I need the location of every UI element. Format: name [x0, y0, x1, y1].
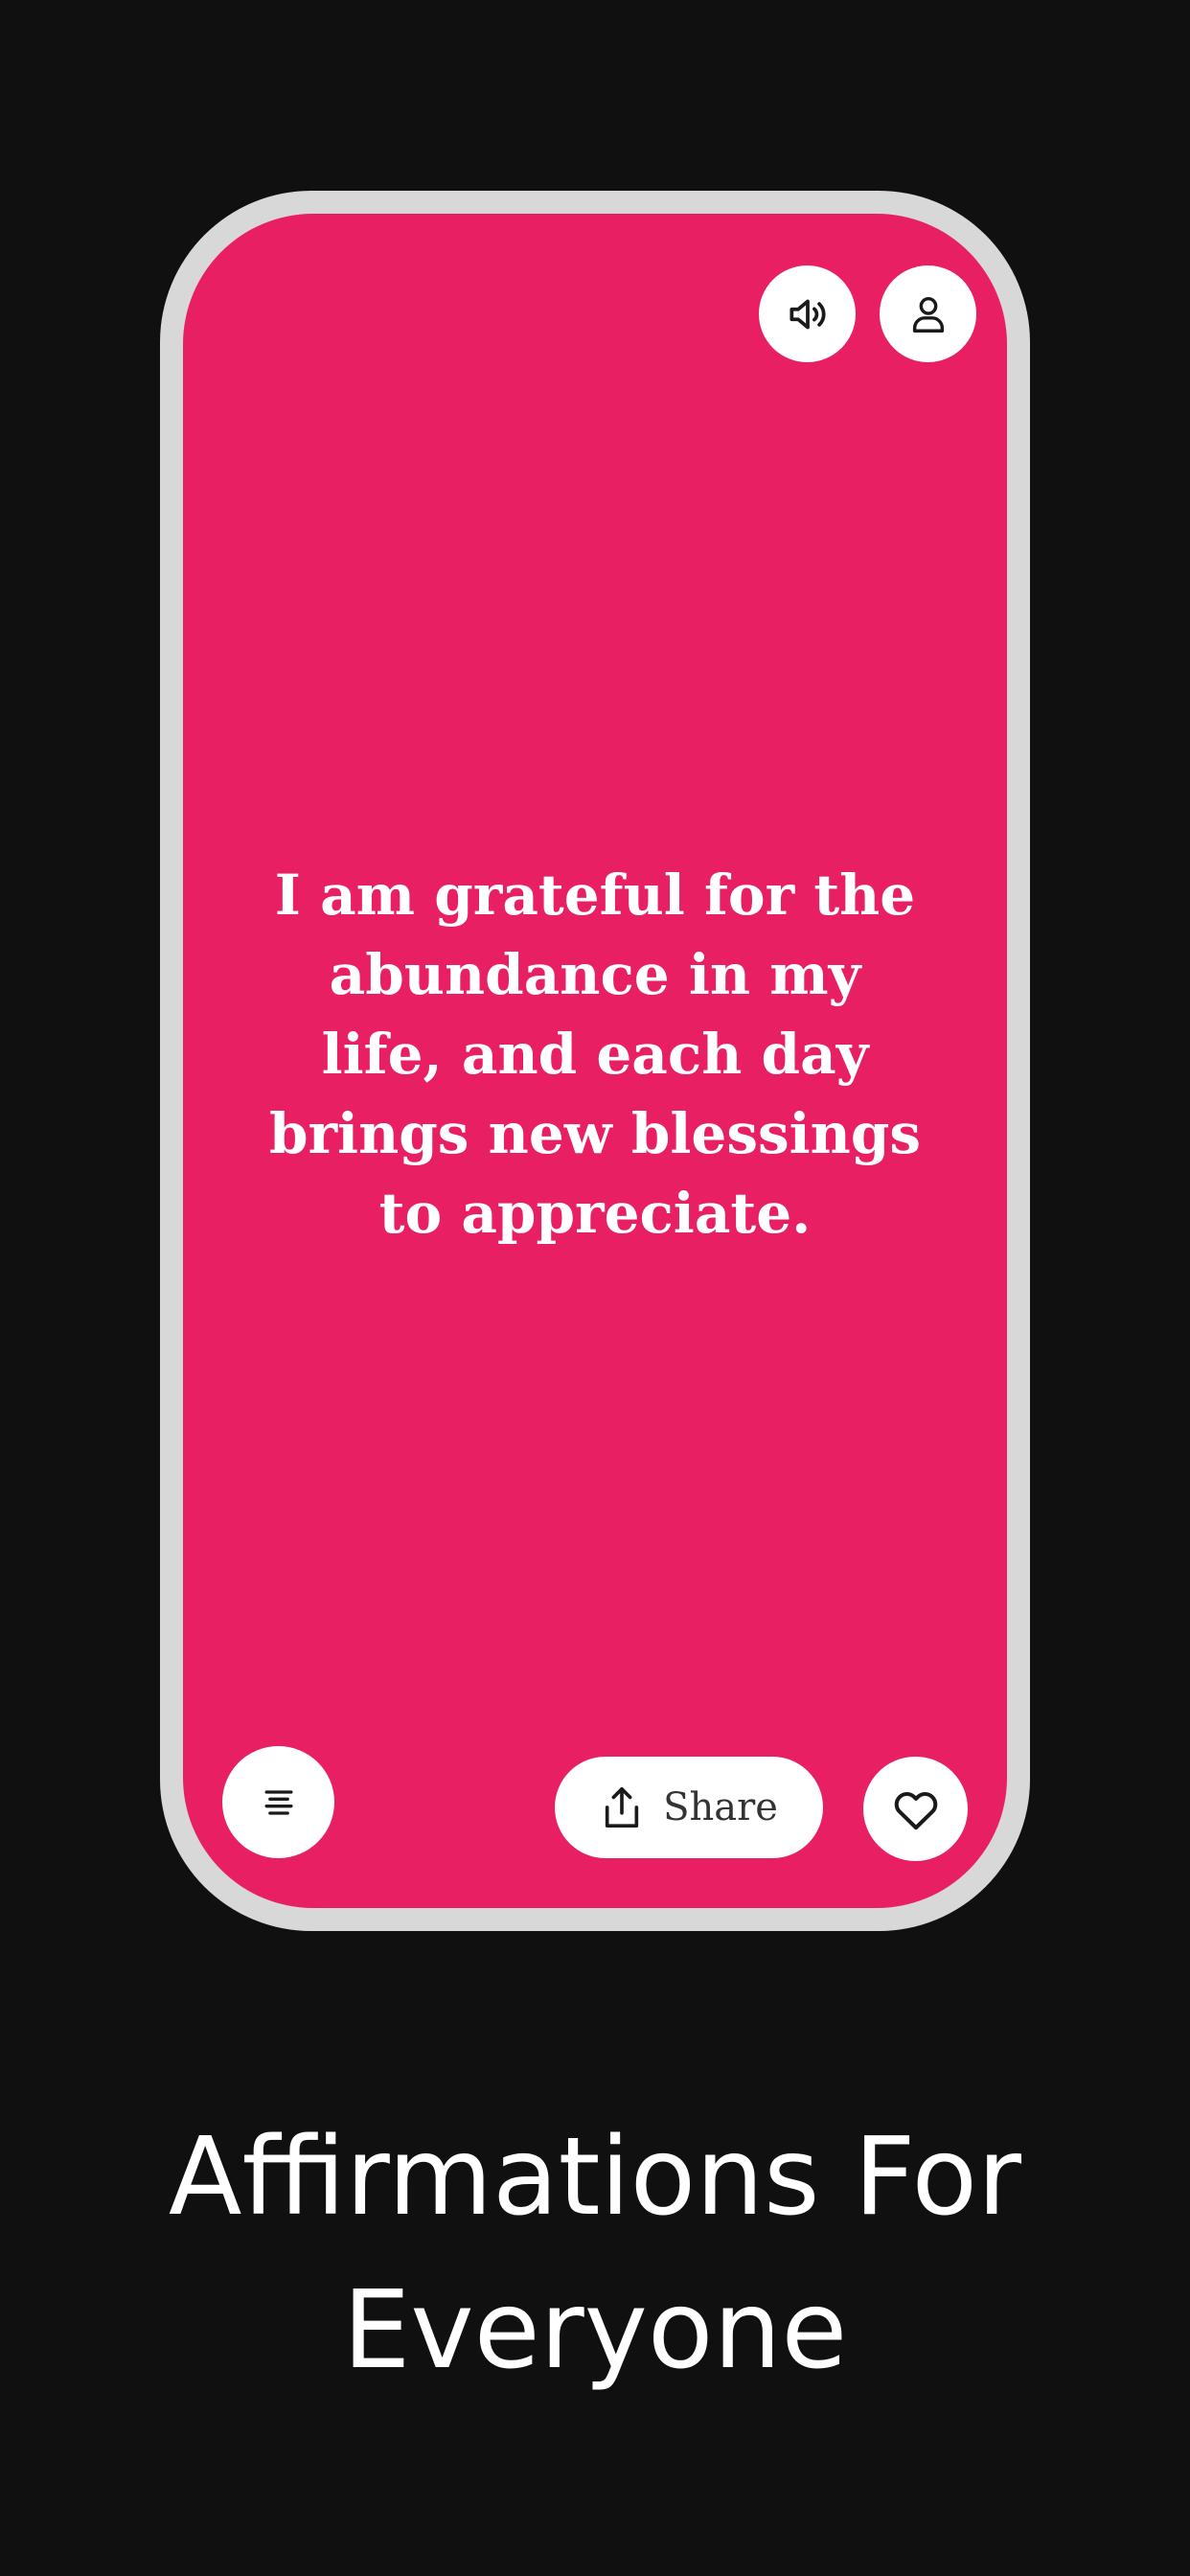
menu-icon — [258, 1782, 300, 1824]
promo-screen: I am grateful for the abundance in my li… — [0, 0, 1190, 2576]
user-icon — [906, 292, 950, 336]
share-icon — [600, 1783, 644, 1831]
speaker-icon — [784, 290, 832, 338]
affirmation-text: I am grateful for the abundance in my li… — [268, 862, 922, 1246]
sound-button[interactable] — [759, 265, 856, 362]
phone-mockup-frame: I am grateful for the abundance in my li… — [160, 191, 1030, 1931]
share-button[interactable]: Share — [555, 1757, 823, 1858]
profile-button[interactable] — [880, 265, 976, 362]
headline-line-1: Affirmations For — [168, 2115, 1022, 2240]
affirmation-card: I am grateful for the abundance in my li… — [183, 214, 1007, 1908]
favorite-button[interactable] — [863, 1757, 968, 1861]
heart-icon — [890, 1783, 942, 1835]
promo-headline: Affirmations For Everyone — [0, 2101, 1190, 2407]
headline-line-2: Everyone — [342, 2268, 848, 2393]
share-label: Share — [663, 1785, 778, 1829]
categories-menu-button[interactable] — [222, 1746, 334, 1858]
